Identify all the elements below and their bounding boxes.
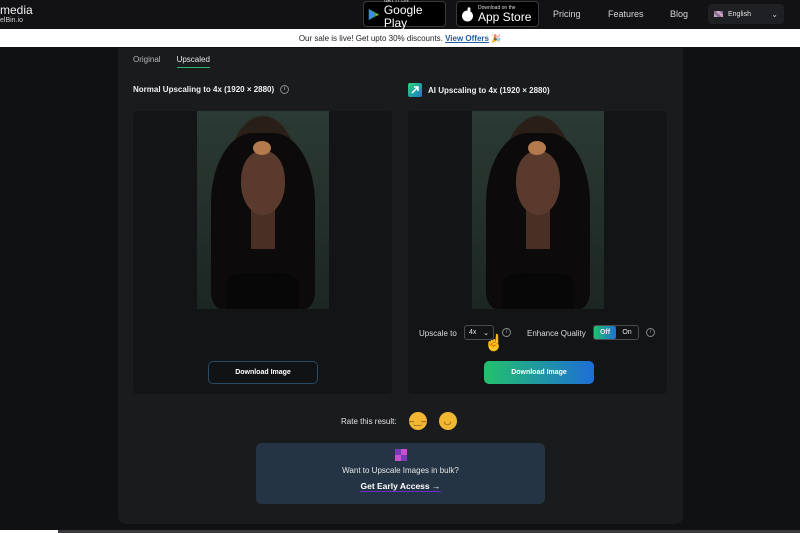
apple-icon xyxy=(462,6,473,21)
tab-upscaled[interactable]: Upscaled xyxy=(176,55,210,68)
hand-cursor-icon: ☝ xyxy=(484,335,504,352)
ai-upscaled-image xyxy=(472,111,604,309)
normal-title-text: Normal Upscaling to 4x (1920 × 2880) xyxy=(133,85,275,94)
app-store-button[interactable]: Download on the App Store xyxy=(456,1,539,27)
banner-text: Our sale is live! Get upto 30% discounts… xyxy=(298,34,446,43)
brand-name: media xyxy=(0,3,33,17)
rating-row: Rate this result: –‿– ◡ xyxy=(341,412,457,430)
normal-download-button[interactable]: Download Image xyxy=(208,361,318,384)
google-play-big: Google Play xyxy=(383,3,423,30)
upscale-to-label: Upscale to xyxy=(419,329,457,338)
ai-upscale-icon xyxy=(408,83,422,97)
sale-banner: Our sale is live! Get upto 30% discounts… xyxy=(0,29,800,48)
tab-original[interactable]: Original xyxy=(133,55,161,68)
grinning-face-icon[interactable]: ◡ xyxy=(438,412,457,430)
google-play-button[interactable]: GET IT ON Google Play xyxy=(363,0,446,30)
toggle-off-option[interactable]: Off xyxy=(594,326,616,339)
unamused-face-icon[interactable]: –‿– xyxy=(408,412,427,430)
app-store-big: App Store xyxy=(478,9,532,24)
ai-download-button[interactable]: Download Image xyxy=(484,361,594,384)
brand-subtitle: elBin.io xyxy=(0,17,23,24)
info-icon[interactable]: i xyxy=(280,85,290,94)
language-select[interactable]: English ⌄ xyxy=(708,4,784,24)
ai-title-text: AI Upscaling to 4x (1920 × 2880) xyxy=(428,85,550,95)
get-early-access-link[interactable]: Get Early Access → xyxy=(360,481,441,492)
nav-link-pricing[interactable]: Pricing xyxy=(553,9,581,19)
uk-flag-icon xyxy=(714,11,723,17)
language-label: English xyxy=(728,10,751,18)
normal-upscaled-image xyxy=(197,111,329,309)
bulk-question: Want to Upscale Images in bulk? xyxy=(342,466,459,475)
enhance-quality-label: Enhance Quality xyxy=(527,329,586,338)
party-icon: 🎉 xyxy=(491,34,502,43)
view-offers-link[interactable]: View Offers xyxy=(445,34,489,43)
google-play-icon xyxy=(368,8,379,20)
enhance-quality-toggle[interactable]: Off On xyxy=(593,325,639,340)
nav-link-blog[interactable]: Blog xyxy=(670,9,688,19)
chevron-down-icon: ⌄ xyxy=(771,9,778,19)
normal-upscaling-title: Normal Upscaling to 4x (1920 × 2880) i xyxy=(133,85,290,94)
bulk-upscale-card: Want to Upscale Images in bulk? Get Earl… xyxy=(256,443,545,504)
bulk-grid-icon xyxy=(394,449,407,461)
brand-logo[interactable]: media elBin.io xyxy=(0,4,33,25)
view-tabs: Original Upscaled xyxy=(133,55,210,68)
rating-label: Rate this result: xyxy=(341,416,397,426)
enhance-info-icon[interactable]: i xyxy=(646,328,655,337)
ai-upscaling-title: AI Upscaling to 4x (1920 × 2880) xyxy=(408,83,550,97)
top-navbar: media elBin.io GET IT ON Google Play Dow… xyxy=(0,0,800,30)
toggle-on-option[interactable]: On xyxy=(616,326,638,339)
nav-link-features[interactable]: Features xyxy=(608,9,644,19)
upscale-factor-value: 4x xyxy=(469,329,477,336)
